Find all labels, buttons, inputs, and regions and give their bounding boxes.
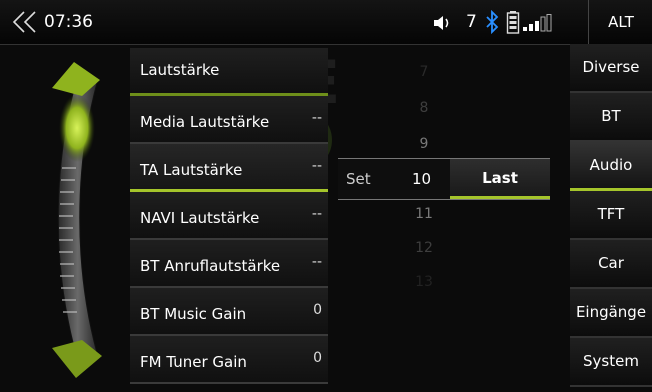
set-label: Set [346,170,371,188]
list-item-navi-lautstaerke[interactable]: NAVI Lautstärke -- [130,192,328,240]
list-item-label: NAVI Lautstärke [140,209,260,227]
list-item-media-lautstaerke[interactable]: Media Lautstärke -- [130,96,328,144]
picker-selected-row: Set 10 Last [338,158,550,200]
bluetooth-icon [486,10,499,34]
tab-eingaenge[interactable]: Eingänge [570,289,652,338]
tab-audio[interactable]: Audio [570,142,652,191]
value-picker[interactable]: 7 8 9 Set 10 Last 11 12 13 [336,48,550,388]
list-item-label: TA Lautstärke [140,161,243,179]
list-item-value: 0 [313,302,322,318]
picker-current-value: 10 [412,170,432,188]
list-item-value: -- [311,254,322,270]
battery-icon [506,11,520,34]
list-item-value: -- [311,158,322,174]
list-item-value: -- [311,110,322,126]
list-item-lautstaerke[interactable]: Lautstärke [130,48,328,96]
settings-list: Lautstärke Media Lautstärke -- TA Lautst… [130,48,328,384]
list-item-bt-music-gain[interactable]: BT Music Gain 0 [130,288,328,336]
last-button[interactable]: Last [450,159,550,199]
picker-option[interactable]: 9 [412,136,436,152]
list-item-bt-anruflautstaerke[interactable]: BT Anruflautstärke -- [130,240,328,288]
signal-bars-icon [523,14,552,32]
back-icon[interactable] [10,9,38,35]
list-item-label: Lautstärke [140,61,220,79]
list-item-label: BT Anruflautstärke [140,257,281,275]
tab-car[interactable]: Car [570,240,652,289]
tab-system[interactable]: System [570,338,652,387]
list-item-ta-lautstaerke[interactable]: TA Lautstärke -- [130,144,328,192]
alt-button[interactable]: ALT [588,0,652,44]
list-item-label: FM Tuner Gain [140,353,247,371]
list-item-fm-tuner-gain[interactable]: FM Tuner Gain 0 [130,336,328,384]
list-item-value: 0 [313,350,322,366]
status-bar: 07:36 7 ALT [0,0,652,45]
picker-option[interactable]: 12 [412,240,436,256]
picker-option[interactable]: 11 [412,206,436,222]
tab-bt[interactable]: BT [570,93,652,142]
tab-tft[interactable]: TFT [570,191,652,240]
clock: 07:36 [44,12,93,32]
speaker-icon [434,16,449,30]
category-tabs: Diverse BT Audio TFT Car Eingänge System [570,44,652,387]
list-item-label: BT Music Gain [140,305,247,323]
list-item-value: -- [311,206,322,222]
list-item-label: Media Lautstärke [140,113,270,131]
picker-option[interactable]: 7 [412,64,436,80]
picker-option[interactable]: 8 [412,100,436,116]
tab-diverse[interactable]: Diverse [570,44,652,93]
picker-option[interactable]: 13 [412,274,436,290]
volume-slider-arc[interactable] [22,48,132,388]
volume-level: 7 [466,12,477,32]
